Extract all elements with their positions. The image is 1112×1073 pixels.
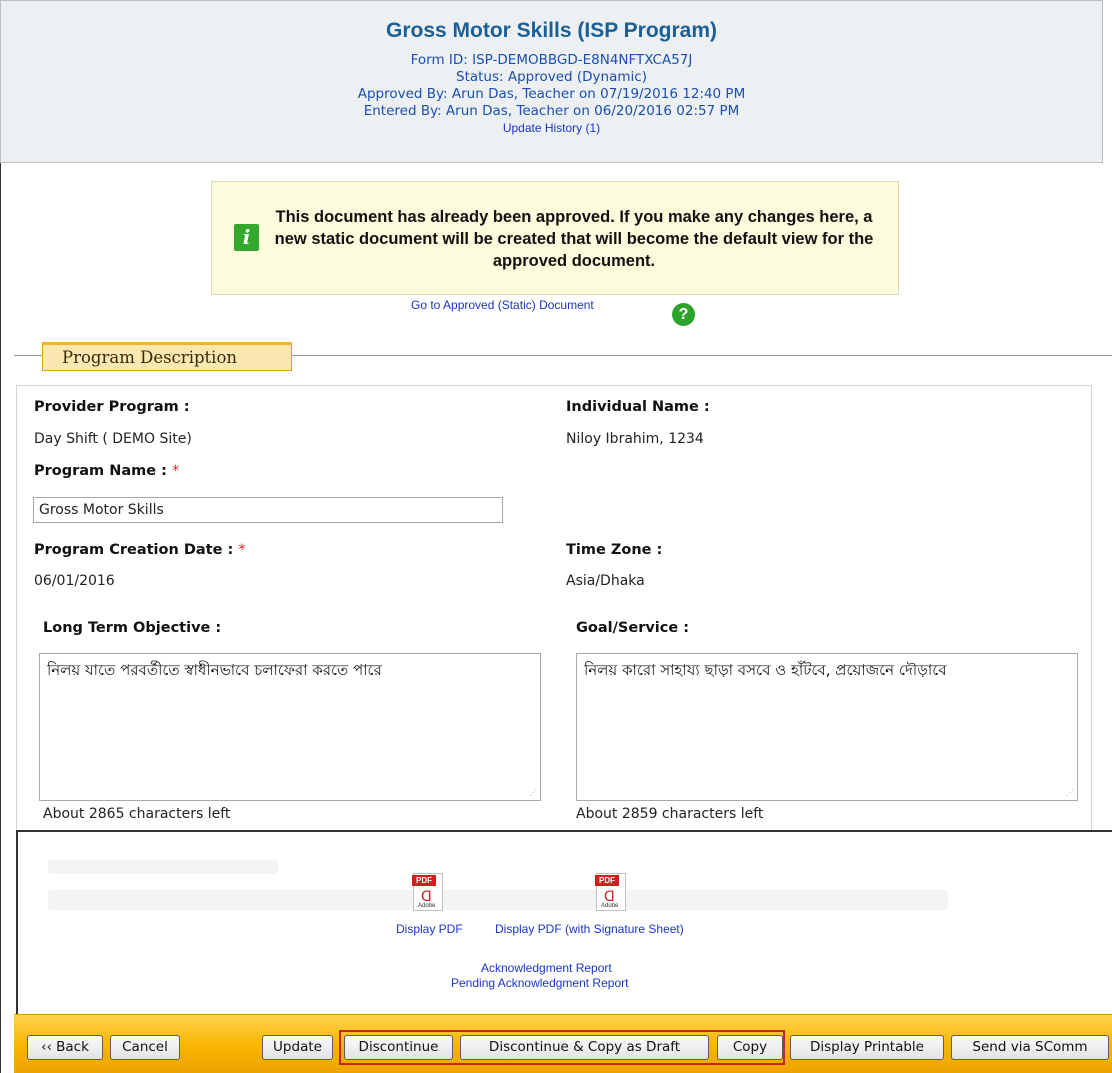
update-history-link[interactable]: Update History (1) — [1, 121, 1102, 135]
time-zone-label: Time Zone : — [566, 542, 663, 558]
long-term-objective-textarea[interactable]: নিলয় যাতে পরবর্তীতে স্বাধীনভাবে চলাফেরা… — [39, 653, 541, 801]
required-marker: * — [171, 463, 180, 479]
long-term-objective-label: Long Term Objective : — [43, 620, 222, 636]
time-zone-value: Asia/Dhaka — [566, 573, 645, 589]
resize-grip-icon[interactable]: ⋰ — [529, 789, 537, 797]
section-title: Program Description — [42, 342, 292, 371]
discontinue-button[interactable]: Discontinue — [344, 1035, 453, 1060]
pdf-signature-icon[interactable]: PDF ᗡ Adobe — [595, 873, 626, 911]
discontinue-copy-draft-button[interactable]: Discontinue & Copy as Draft — [460, 1035, 709, 1060]
form-id: Form ID: ISP-DEMOBBGD-E8N4NFTXCA57J — [410, 52, 693, 68]
back-button[interactable]: ‹‹ Back — [27, 1035, 103, 1060]
program-name-label: Program Name : * — [34, 463, 179, 479]
adobe-tag: Adobe — [601, 903, 619, 909]
provider-program-label: Provider Program : — [34, 399, 190, 415]
adobe-tag: Adobe — [418, 903, 436, 909]
copy-button[interactable]: Copy — [717, 1035, 783, 1060]
form-meta: Form ID: ISP-DEMOBBGD-E8N4NFTXCA57J Stat… — [1, 52, 1102, 120]
display-pdf-signature-link[interactable]: Display PDF (with Signature Sheet) — [495, 922, 684, 936]
cancel-button[interactable]: Cancel — [110, 1035, 180, 1060]
individual-name-label: Individual Name : — [566, 399, 710, 415]
info-icon: i — [234, 224, 259, 251]
acrobat-swoosh: ᗡ — [604, 889, 615, 905]
long-term-char-count: About 2865 characters left — [43, 806, 231, 822]
approved-document-link[interactable]: Go to Approved (Static) Document — [411, 298, 594, 312]
entered-by: Entered By: Arun Das, Teacher on 06/20/2… — [363, 103, 740, 119]
long-term-objective-text: নিলয় যাতে পরবর্তীতে স্বাধীনভাবে চলাফেরা… — [47, 661, 382, 679]
form-header: Gross Motor Skills (ISP Program) Form ID… — [0, 0, 1103, 163]
resize-grip-icon[interactable]: ⋰ — [1066, 789, 1074, 797]
acknowledgment-report-link[interactable]: Acknowledgment Report — [481, 961, 612, 975]
action-toolbar: ‹‹ Back Cancel Update Discontinue Discon… — [14, 1014, 1112, 1073]
faded-background-text — [48, 860, 278, 874]
update-button[interactable]: Update — [262, 1035, 333, 1060]
goal-service-label: Goal/Service : — [576, 620, 690, 636]
frame-border — [0, 163, 1, 1073]
individual-name-value: Niloy Ibrahim, 1234 — [566, 431, 704, 447]
display-printable-button[interactable]: Display Printable — [790, 1035, 944, 1060]
page-title: Gross Motor Skills (ISP Program) — [385, 19, 718, 42]
send-via-scomm-button[interactable]: Send via SComm — [951, 1035, 1109, 1060]
acrobat-swoosh: ᗡ — [421, 889, 432, 905]
notice-message: This document has already been approved.… — [274, 208, 874, 270]
program-name-input[interactable] — [33, 497, 503, 523]
creation-date-label-text: Program Creation Date : — [34, 542, 234, 558]
goal-char-count: About 2859 characters left — [576, 806, 764, 822]
form-status: Status: Approved (Dynamic) — [456, 69, 647, 85]
creation-date-label: Program Creation Date : * — [34, 542, 246, 558]
goal-service-textarea[interactable]: নিলয় কারো সাহায্য ছাড়া বসবে ও হাঁটবে, … — [576, 653, 1078, 801]
pdf-tag: PDF — [412, 875, 436, 886]
required-marker: * — [238, 542, 246, 558]
goal-service-text: নিলয় কারো সাহায্য ছাড়া বসবে ও হাঁটবে, … — [584, 661, 947, 679]
approval-notice: i This document has already been approve… — [211, 181, 899, 295]
pending-acknowledgment-report-link[interactable]: Pending Acknowledgment Report — [451, 976, 628, 990]
program-name-label-text: Program Name : — [34, 463, 167, 479]
display-pdf-link[interactable]: Display PDF — [396, 922, 463, 936]
pdf-icon[interactable]: PDF ᗡ Adobe — [412, 873, 443, 911]
pdf-tag: PDF — [595, 875, 619, 886]
approved-by: Approved By: Arun Das, Teacher on 07/19/… — [357, 86, 746, 102]
help-icon[interactable]: ? — [672, 303, 695, 326]
faded-background-text — [48, 890, 948, 910]
creation-date-value: 06/01/2016 — [34, 573, 115, 589]
provider-program-value: Day Shift ( DEMO Site) — [34, 431, 192, 447]
